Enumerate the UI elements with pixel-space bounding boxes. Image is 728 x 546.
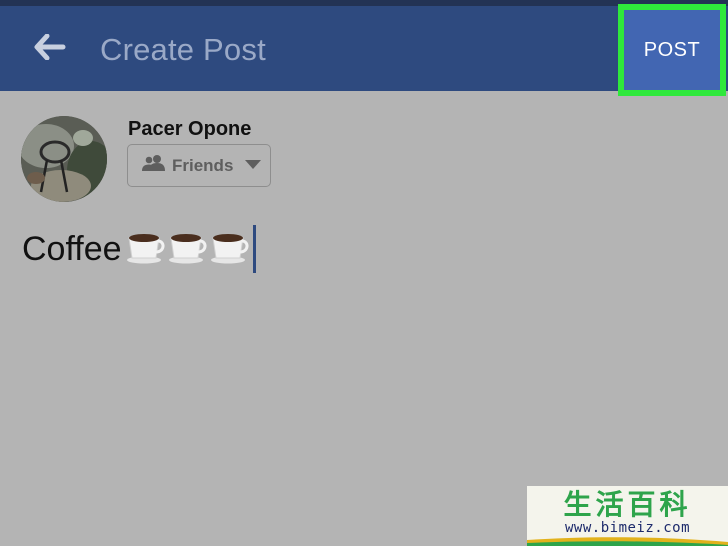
post-text-input[interactable]: Coffee bbox=[22, 224, 256, 274]
coffee-cup-icon bbox=[210, 230, 250, 269]
caret-down-icon bbox=[245, 157, 262, 175]
watermark: 生活百科 www.bimeiz.com bbox=[527, 486, 728, 546]
emoji-group bbox=[126, 230, 250, 269]
text-cursor bbox=[252, 225, 256, 273]
audience-selector[interactable]: Friends bbox=[127, 144, 271, 187]
create-post-screen: Create Post POST Pacer Opone Friends Cof… bbox=[0, 0, 728, 546]
back-button[interactable] bbox=[30, 32, 70, 66]
avatar[interactable] bbox=[21, 116, 107, 202]
audience-label: Friends bbox=[172, 155, 234, 175]
watermark-cjk: 生活百科 bbox=[563, 488, 692, 521]
coffee-cup-icon bbox=[168, 230, 208, 269]
page-title: Create Post bbox=[100, 32, 266, 67]
coffee-cup-icon bbox=[126, 230, 166, 269]
post-button-label: POST bbox=[643, 38, 701, 61]
post-button[interactable]: POST bbox=[618, 4, 726, 96]
arrow-left-icon bbox=[34, 33, 66, 65]
user-name: Pacer Opone bbox=[128, 118, 252, 140]
friends-icon bbox=[142, 154, 166, 177]
post-text: Coffee bbox=[22, 230, 122, 268]
watermark-swoosh bbox=[527, 537, 728, 546]
